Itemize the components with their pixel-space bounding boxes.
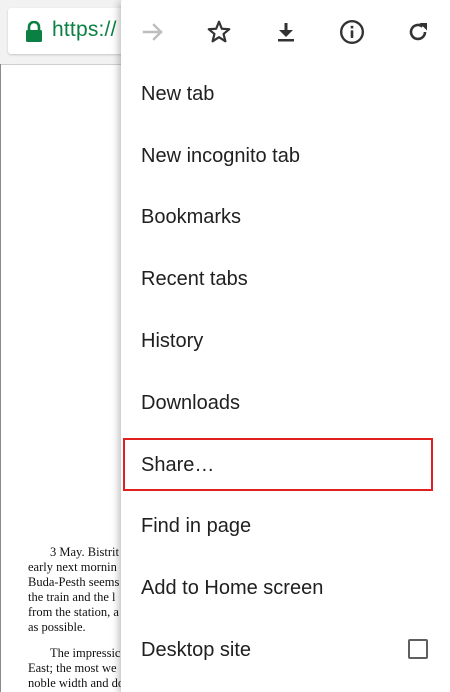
menu-item-share[interactable]: Share… <box>121 437 450 497</box>
document-line: East; the most we <box>28 661 117 675</box>
page-edge <box>0 64 1 692</box>
menu-item-recent-tabs[interactable]: Recent tabs <box>121 251 450 311</box>
menu-item-add-to-home-screen[interactable]: Add to Home screen <box>121 560 450 620</box>
overflow-menu: New tab New incognito tab Bookmarks Rece… <box>121 0 450 692</box>
menu-item-new-tab[interactable]: New tab <box>121 66 450 126</box>
document-line: The impressic <box>50 646 121 660</box>
refresh-icon[interactable] <box>404 18 432 46</box>
menu-item-label: Bookmarks <box>141 206 242 228</box>
document-line: early next mornin <box>28 560 117 574</box>
menu-item-label: Share… <box>141 454 215 476</box>
document-line: the train and the l <box>28 590 116 604</box>
menu-item-label: New incognito tab <box>141 145 300 167</box>
menu-item-desktop-site[interactable]: Desktop site <box>121 622 450 682</box>
forward-icon[interactable] <box>139 18 167 46</box>
info-icon[interactable] <box>338 18 366 46</box>
desktop-site-checkbox[interactable] <box>408 639 428 659</box>
document-line: as possible. <box>28 620 86 634</box>
menu-item-label: Downloads <box>141 392 240 414</box>
menu-item-label: Add to Home screen <box>141 577 324 599</box>
url-text: https:// <box>52 18 117 41</box>
menu-item-label: New tab <box>141 83 215 105</box>
menu-item-bookmarks[interactable]: Bookmarks <box>121 189 450 249</box>
menu-item-label: Desktop site <box>141 639 252 661</box>
menu-icon-row <box>121 0 450 66</box>
document-line: 3 May. Bistrit <box>50 545 119 559</box>
document-line: Buda-Pesth seems <box>28 575 120 589</box>
document-line: noble width and do <box>28 676 125 690</box>
download-icon[interactable] <box>272 18 300 46</box>
menu-item-label: Find in page <box>141 515 252 537</box>
menu-item-find-in-page[interactable]: Find in page <box>121 498 450 558</box>
menu-item-downloads[interactable]: Downloads <box>121 375 450 435</box>
bookmark-star-icon[interactable] <box>205 18 233 46</box>
menu-item-new-incognito-tab[interactable]: New incognito tab <box>121 128 450 188</box>
menu-item-label: History <box>141 330 204 352</box>
lock-icon <box>26 21 42 42</box>
menu-item-label: Recent tabs <box>141 268 248 290</box>
menu-item-history[interactable]: History <box>121 313 450 373</box>
document-line: from the station, a <box>28 605 119 619</box>
